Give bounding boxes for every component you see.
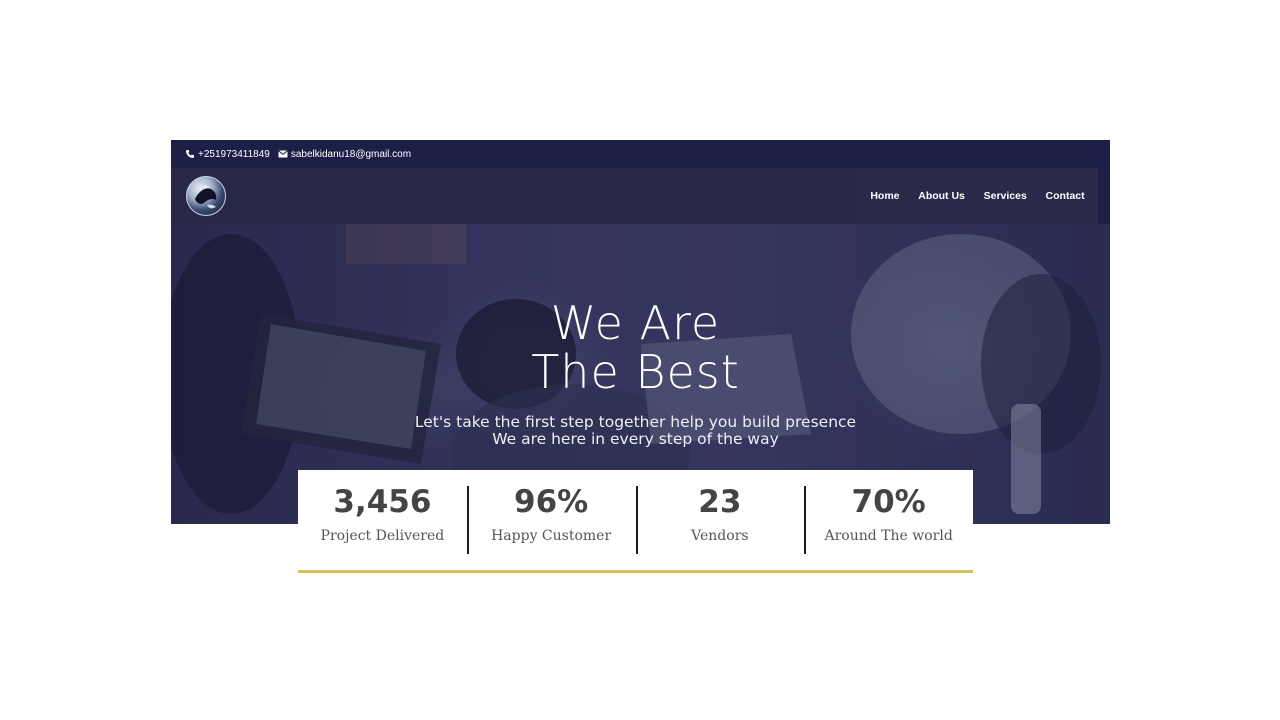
hero-title-line-2: The Best <box>531 345 740 399</box>
stat-vendors: 23 Vendors <box>635 470 805 570</box>
nav-home[interactable]: Home <box>870 190 899 202</box>
phone-number: +251973411849 <box>198 148 270 160</box>
stat-value: 70% <box>851 484 926 520</box>
nav-menu: Home About Us Services Contact <box>857 168 1098 224</box>
stat-value: 96% <box>514 484 589 520</box>
stat-label: Around The world <box>824 528 953 544</box>
envelope-icon <box>278 150 288 158</box>
stat-happy-customer: 96% Happy Customer <box>466 470 636 570</box>
logo-mark <box>195 185 217 209</box>
hero-title-line-1: We Are <box>550 296 721 350</box>
stat-around-the-world: 70% Around The world <box>804 470 973 570</box>
nav-services[interactable]: Services <box>984 190 1027 202</box>
hero-subtitle: Let's take the first step together help … <box>171 414 1100 448</box>
stat-projects-delivered: 3,456 Project Delivered <box>298 470 467 570</box>
nav-about-us[interactable]: About Us <box>918 190 965 202</box>
nav-contact[interactable]: Contact <box>1046 190 1085 202</box>
hero-subtitle-line-1: Let's take the first step together help … <box>414 413 857 431</box>
hero-title: We Are The Best <box>171 299 1100 397</box>
stat-label: Happy Customer <box>491 528 612 544</box>
stat-label: Vendors <box>691 528 749 544</box>
phone-icon <box>186 150 194 158</box>
main-navbar: Home About Us Services Contact <box>171 168 1098 224</box>
email-address: sabelkidanu18@gmail.com <box>290 148 412 160</box>
contact-topbar: +251973411849 sabelkidanu18@gmail.com <box>171 140 1110 168</box>
phone-contact[interactable]: +251973411849 <box>185 149 270 160</box>
hero-subtitle-line-2: We are here in every step of the way <box>492 430 779 448</box>
email-contact[interactable]: sabelkidanu18@gmail.com <box>278 149 411 160</box>
globe-logo[interactable] <box>186 176 226 216</box>
stat-label: Project Delivered <box>320 528 445 544</box>
stat-value: 3,456 <box>333 484 432 520</box>
stats-panel: 3,456 Project Delivered 96% Happy Custom… <box>298 470 973 573</box>
website-frame: +251973411849 sabelkidanu18@gmail.com Ho… <box>171 140 1110 524</box>
stat-value: 23 <box>698 484 742 520</box>
